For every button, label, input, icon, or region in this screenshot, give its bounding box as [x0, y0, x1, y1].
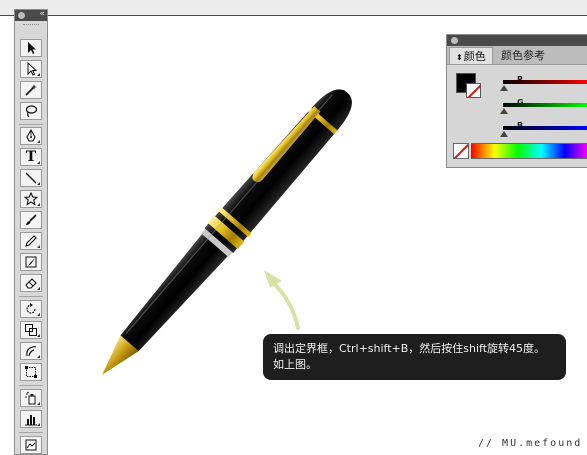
arrow-head [264, 270, 282, 288]
tab-color[interactable]: ⬍颜色 [449, 47, 493, 64]
channel-b-slider[interactable] [503, 126, 587, 130]
color-panel-tabs: ⬍颜色 颜色参考 [447, 46, 587, 65]
none-color-swatch[interactable] [453, 143, 469, 159]
tab-color-label: 颜色 [463, 50, 486, 63]
tab-color-guide-label: 颜色参考 [501, 49, 545, 62]
callout-line-2: 如上图。 [273, 358, 317, 371]
color-spectrum[interactable] [471, 143, 587, 159]
channel-b-thumb[interactable] [500, 131, 508, 137]
tab-color-guide[interactable]: 颜色参考 [495, 47, 551, 64]
instruction-callout: 调出定界框，Ctrl+shift+B，然后按住shift旋转45度。 如上图。 [263, 334, 566, 380]
color-panel: ⬍颜色 颜色参考 R G B [446, 34, 587, 168]
pointer-arrow [270, 280, 300, 330]
channel-g-thumb[interactable] [500, 108, 508, 114]
channel-g-slider[interactable] [503, 103, 587, 107]
watermark: // MU.mefound [478, 438, 583, 449]
color-panel-titlebar[interactable] [447, 35, 587, 46]
channel-r-thumb[interactable] [500, 85, 508, 91]
close-dot-icon[interactable] [451, 37, 458, 44]
channel-r-slider[interactable] [503, 80, 587, 84]
pen-cap [204, 89, 352, 254]
callout-line-1: 调出定界框，Ctrl+shift+B，然后按住shift旋转45度。 [273, 342, 546, 355]
stroke-swatch[interactable] [466, 83, 481, 98]
expand-arrows-icon: ⬍ [456, 53, 463, 62]
pen-grip [120, 233, 228, 352]
color-spectrum-row [453, 143, 587, 163]
